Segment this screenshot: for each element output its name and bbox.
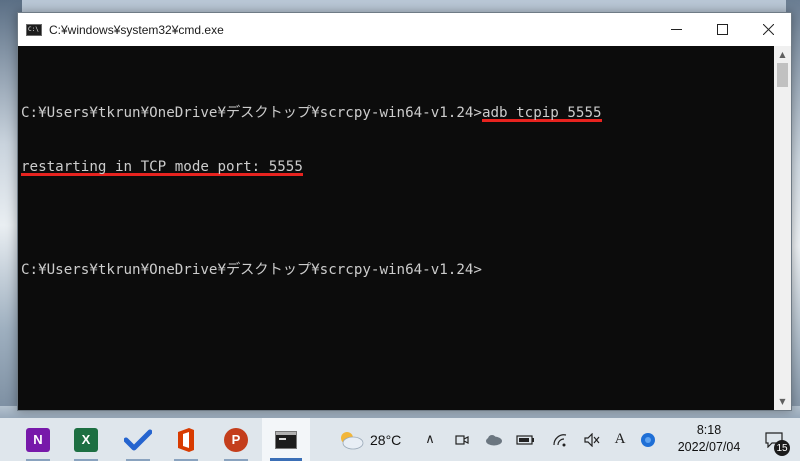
maximize-button[interactable] bbox=[699, 13, 745, 46]
minimize-icon bbox=[670, 29, 682, 30]
todo-taskbar-button[interactable] bbox=[114, 418, 162, 461]
partly-cloudy-icon bbox=[341, 431, 364, 449]
window-title: C:¥windows¥system32¥cmd.exe bbox=[49, 22, 224, 37]
cmd-window[interactable]: C:¥windows¥system32¥cmd.exe C:¥Users¥tkr… bbox=[17, 12, 792, 411]
notification-center-button[interactable]: 15 bbox=[756, 418, 792, 461]
console-output[interactable]: C:¥Users¥tkrun¥OneDrive¥デスクトップ¥scrcpy-wi… bbox=[18, 46, 774, 410]
scroll-up-arrow-icon[interactable]: ▲ bbox=[774, 46, 791, 63]
office-taskbar-button[interactable] bbox=[162, 418, 210, 461]
taskbar: N X P 28°C ∧ A 8:18 2022/07/04 15 bbox=[0, 418, 800, 461]
console-prompt: C:¥Users¥tkrun¥OneDrive¥デスクトップ¥scrcpy-wi… bbox=[21, 105, 482, 121]
onenote-taskbar-button[interactable]: N bbox=[14, 418, 62, 461]
office-icon bbox=[178, 427, 194, 452]
clock-date: 2022/07/04 bbox=[677, 440, 741, 454]
window-controls bbox=[653, 13, 791, 46]
cmd-icon bbox=[275, 430, 297, 449]
wifi-icon[interactable] bbox=[546, 418, 574, 461]
close-icon bbox=[762, 24, 774, 35]
close-button[interactable] bbox=[745, 13, 791, 46]
console-prompt: C:¥Users¥tkrun¥OneDrive¥デスクトップ¥scrcpy-wi… bbox=[21, 262, 482, 278]
meet-now-icon[interactable] bbox=[448, 418, 476, 461]
onedrive-icon[interactable] bbox=[480, 418, 508, 461]
powerpoint-icon: P bbox=[224, 427, 248, 452]
clock-time: 8:18 bbox=[696, 423, 722, 437]
excel-taskbar-button[interactable]: X bbox=[62, 418, 110, 461]
onenote-icon: N bbox=[26, 427, 50, 452]
window-titlebar[interactable]: C:¥windows¥system32¥cmd.exe bbox=[18, 13, 791, 46]
weather-temperature: 28°C bbox=[370, 431, 402, 448]
scrollbar-thumb[interactable] bbox=[777, 63, 788, 87]
notification-count-badge: 15 bbox=[774, 440, 790, 456]
scroll-down-arrow-icon[interactable]: ▼ bbox=[774, 393, 791, 410]
vertical-scrollbar[interactable]: ▲ ▼ bbox=[774, 46, 791, 410]
minimize-button[interactable] bbox=[653, 13, 699, 46]
console-line-1: C:¥Users¥tkrun¥OneDrive¥デスクトップ¥scrcpy-wi… bbox=[21, 104, 774, 122]
cmd-taskbar-button[interactable] bbox=[262, 418, 310, 461]
battery-icon[interactable] bbox=[512, 418, 540, 461]
ime-mode-indicator[interactable]: A bbox=[606, 418, 634, 461]
show-hidden-icons-chevron-icon[interactable]: ∧ bbox=[416, 418, 444, 461]
clock[interactable]: 8:18 2022/07/04 bbox=[667, 422, 751, 456]
todo-checkmark-icon bbox=[124, 429, 152, 450]
powerpoint-taskbar-button[interactable]: P bbox=[212, 418, 260, 461]
console-line-2: restarting in TCP mode port: 5555 bbox=[21, 158, 774, 176]
console-command-highlighted: adb tcpip 5555 bbox=[481, 105, 602, 122]
volume-muted-icon[interactable] bbox=[578, 418, 606, 461]
status-circle-icon[interactable] bbox=[634, 418, 662, 461]
console-line-3: C:¥Users¥tkrun¥OneDrive¥デスクトップ¥scrcpy-wi… bbox=[21, 261, 774, 279]
excel-icon: X bbox=[74, 427, 98, 452]
weather-widget[interactable]: 28°C bbox=[338, 418, 401, 461]
console-output-highlighted: restarting in TCP mode port: 5555 bbox=[21, 159, 303, 176]
maximize-icon bbox=[716, 24, 728, 35]
cmd-app-icon[interactable] bbox=[26, 23, 42, 36]
